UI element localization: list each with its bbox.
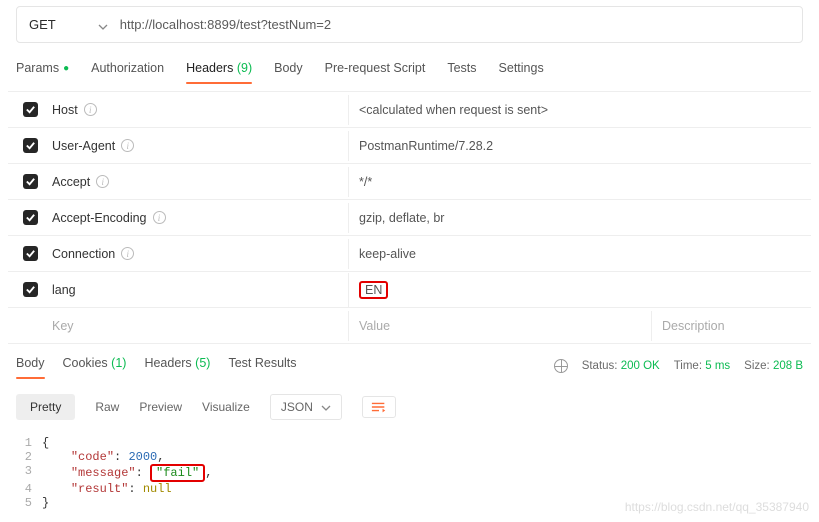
table-row[interactable]: Hosti <calculated when request is sent>: [8, 92, 811, 128]
info-icon[interactable]: i: [121, 139, 134, 152]
dot-icon: ●: [63, 63, 69, 74]
request-url-bar: GET http://localhost:8899/test?testNum=2: [16, 6, 803, 43]
tab-params[interactable]: Params●: [16, 57, 69, 83]
header-key: Accept: [52, 175, 90, 189]
response-status: Status: 200 OK Time: 5 ms Size: 208 B: [554, 359, 803, 373]
header-value: gzip, deflate, br: [348, 203, 811, 233]
value-placeholder[interactable]: Value: [348, 311, 651, 341]
header-key: Connection: [52, 247, 115, 261]
checkbox[interactable]: [23, 138, 38, 153]
view-raw-button[interactable]: Raw: [95, 400, 119, 414]
key-placeholder[interactable]: Key: [52, 311, 348, 341]
checkbox[interactable]: [23, 246, 38, 261]
header-key: Host: [52, 103, 78, 117]
view-preview-button[interactable]: Preview: [139, 400, 182, 414]
info-icon[interactable]: i: [96, 175, 109, 188]
headers-table: Hosti <calculated when request is sent> …: [8, 91, 811, 344]
header-key: User-Agent: [52, 139, 115, 153]
view-visualize-button[interactable]: Visualize: [202, 400, 250, 414]
info-icon[interactable]: i: [153, 211, 166, 224]
info-icon[interactable]: i: [121, 247, 134, 260]
table-row[interactable]: User-Agent i PostmanRuntime/7.28.2: [8, 128, 811, 164]
info-icon[interactable]: i: [84, 103, 97, 116]
view-pretty-button[interactable]: Pretty: [16, 394, 75, 420]
highlighted-value: EN: [359, 281, 388, 299]
resp-tab-body[interactable]: Body: [16, 354, 45, 378]
response-view-row: Pretty Raw Preview Visualize JSON: [8, 388, 811, 430]
response-tabs-row: Body Cookies (1) Headers (5) Test Result…: [8, 344, 811, 388]
header-value[interactable]: EN: [348, 273, 811, 307]
table-row[interactable]: Accept-Encoding i gzip, deflate, br: [8, 200, 811, 236]
desc-placeholder[interactable]: Description: [651, 311, 811, 341]
tab-settings[interactable]: Settings: [499, 57, 544, 83]
watermark: https://blog.csdn.net/qq_35387940: [625, 500, 809, 514]
wrap-lines-button[interactable]: [362, 396, 396, 418]
tab-body[interactable]: Body: [274, 57, 303, 83]
globe-icon[interactable]: [554, 359, 568, 373]
request-tabs: Params● Authorization Headers (9) Body P…: [8, 57, 811, 91]
url-input[interactable]: http://localhost:8899/test?testNum=2: [120, 17, 331, 32]
header-key: Accept-Encoding: [52, 211, 147, 225]
header-value: <calculated when request is sent>: [348, 95, 811, 125]
checkbox[interactable]: [23, 282, 38, 297]
response-type-select[interactable]: JSON: [270, 394, 342, 420]
http-method-label: GET: [29, 17, 56, 32]
checkbox[interactable]: [23, 174, 38, 189]
header-value: */*: [348, 167, 811, 197]
header-value: PostmanRuntime/7.28.2: [348, 131, 811, 161]
header-key[interactable]: lang: [52, 283, 76, 297]
table-row[interactable]: Accepti */*: [8, 164, 811, 200]
tab-prerequest[interactable]: Pre-request Script: [325, 57, 426, 83]
header-value: keep-alive: [348, 239, 811, 269]
table-row[interactable]: Connection i keep-alive: [8, 236, 811, 272]
chevron-down-icon: [321, 402, 331, 412]
highlighted-value: "fail": [150, 464, 205, 482]
tab-authorization[interactable]: Authorization: [91, 57, 164, 83]
table-row-new[interactable]: Key Value Description: [8, 308, 811, 344]
tab-tests[interactable]: Tests: [447, 57, 476, 83]
chevron-down-icon: [98, 20, 108, 30]
resp-tab-cookies[interactable]: Cookies (1): [63, 354, 127, 378]
checkbox[interactable]: [23, 210, 38, 225]
resp-tab-headers[interactable]: Headers (5): [144, 354, 210, 378]
resp-tab-tests[interactable]: Test Results: [228, 354, 296, 378]
checkbox[interactable]: [23, 102, 38, 117]
http-method-select[interactable]: GET: [29, 17, 108, 32]
tab-headers[interactable]: Headers (9): [186, 57, 252, 83]
table-row[interactable]: lang EN: [8, 272, 811, 308]
